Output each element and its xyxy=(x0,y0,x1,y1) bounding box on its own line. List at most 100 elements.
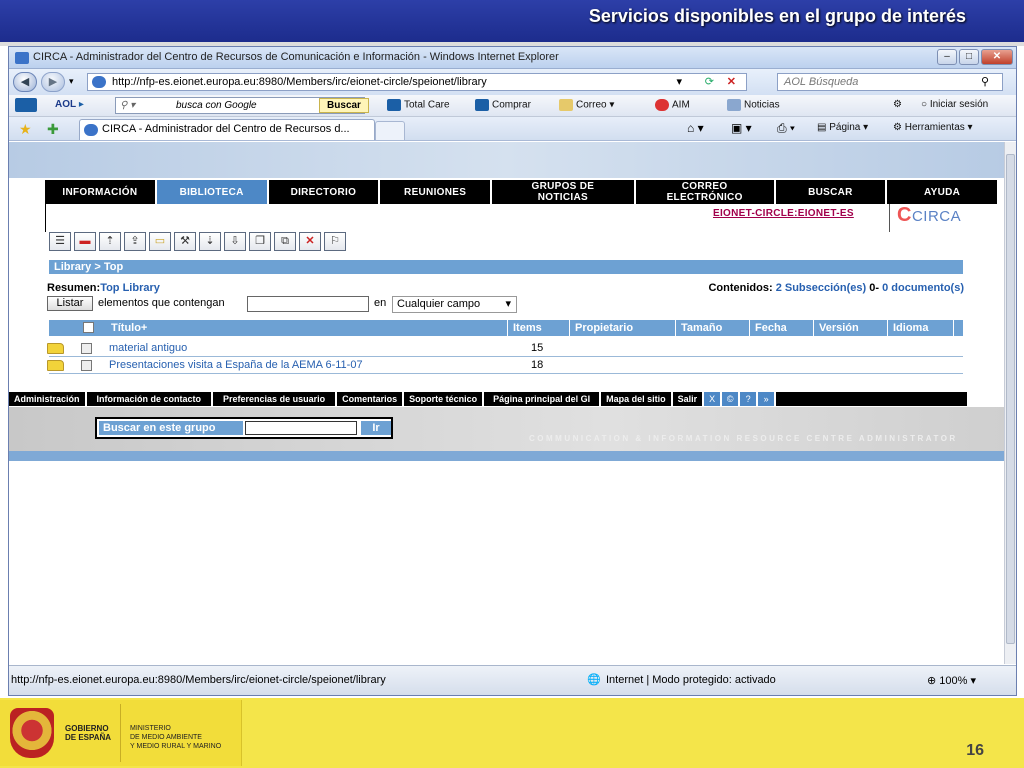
google-buscar-button[interactable]: Buscar xyxy=(319,98,369,113)
aol-button[interactable]: AOL ▸ xyxy=(55,99,84,110)
flag-icon[interactable]: ⚐ xyxy=(324,232,346,251)
close-button[interactable]: ✕ xyxy=(981,49,1013,65)
circa-banner xyxy=(9,142,1006,178)
divider xyxy=(889,204,890,232)
link-soporte[interactable]: Soporte técnico xyxy=(404,392,485,406)
upload-doc-icon[interactable]: ⇪ xyxy=(124,232,146,251)
col-items[interactable]: Items xyxy=(513,322,542,334)
zoom-control[interactable]: ⊕ 100% ▾ xyxy=(927,674,976,687)
nav-ayuda[interactable]: AYUDA xyxy=(887,180,997,204)
search-icon[interactable]: ⚲ xyxy=(981,75,989,88)
windows-icon[interactable]: ❐ xyxy=(249,232,271,251)
forward-button[interactable]: ▶ xyxy=(41,72,65,92)
slide-title: Servicios disponibles en el grupo de int… xyxy=(588,6,966,26)
feeds-icon[interactable]: ▣ ▾ xyxy=(731,121,752,135)
minimize-button[interactable]: – xyxy=(937,49,957,65)
scroll-thumb[interactable] xyxy=(1006,154,1015,644)
ir-button[interactable]: Ir xyxy=(361,421,391,435)
col-fecha[interactable]: Fecha xyxy=(755,322,787,334)
slide-footer: GOBIERNO DE ESPAÑA MINISTERIO DE MEDIO A… xyxy=(0,698,1024,768)
ie-icon xyxy=(15,52,29,64)
url-input[interactable]: http://nfp-es.eionet.europa.eu:8980/Memb… xyxy=(87,73,747,91)
row-checkbox[interactable] xyxy=(81,343,92,354)
search-group-input[interactable] xyxy=(245,421,357,435)
total-care-button[interactable]: Total Care xyxy=(387,99,450,111)
link-comentarios[interactable]: Comentarios xyxy=(337,392,405,406)
group-link[interactable]: EIONET-CIRCLE:EIONET-ES xyxy=(713,208,854,219)
stop-icon[interactable]: ✕ xyxy=(727,74,736,90)
history-dropdown-icon[interactable]: ▾ xyxy=(69,76,74,87)
favorites-star-icon[interactable]: ★ xyxy=(19,121,32,138)
aol-search-input[interactable]: AOL Búsqueda xyxy=(777,73,1003,91)
close-icon[interactable]: X xyxy=(704,392,723,406)
col-propietario[interactable]: Propietario xyxy=(575,322,633,334)
link-pagina-principal[interactable]: Página principal del GI xyxy=(484,392,602,406)
delete-icon[interactable]: ✕ xyxy=(299,232,321,251)
move-icon[interactable]: ⇩ xyxy=(224,232,246,251)
title-bar: CIRCA - Administrador del Centro de Recu… xyxy=(9,47,1016,69)
comprar-button[interactable]: Comprar xyxy=(475,99,531,111)
pagina-menu[interactable]: ▤ Página ▾ xyxy=(817,122,868,133)
list-icon[interactable]: ☰ xyxy=(49,232,71,251)
nav-biblioteca[interactable]: BIBLIOTECA xyxy=(156,180,269,204)
col-tamano[interactable]: Tamaño xyxy=(681,322,722,334)
gear-icon[interactable]: ⚙ xyxy=(893,99,902,110)
new-tab-button[interactable] xyxy=(375,121,405,140)
herramientas-menu[interactable]: ⚙ Herramientas ▾ xyxy=(893,122,973,133)
tools-icon[interactable]: ⚒ xyxy=(174,232,196,251)
filter-input[interactable] xyxy=(247,296,369,312)
refresh-icon[interactable]: ⟳ xyxy=(705,74,714,90)
page-content: INFORMACIÓN BIBLIOTECA DIRECTORIO REUNIO… xyxy=(9,142,1006,664)
copyright-icon[interactable]: © xyxy=(722,392,741,406)
page-number: 16 xyxy=(966,742,984,759)
collapse-icon[interactable]: ▬ xyxy=(74,232,96,251)
row-checkbox[interactable] xyxy=(81,360,92,371)
url-dropdown-icon[interactable]: ▾ xyxy=(676,74,682,90)
correo-button[interactable]: Correo ▾ xyxy=(559,99,614,111)
nav-directorio[interactable]: DIRECTORIO xyxy=(268,180,381,204)
hp-icon[interactable] xyxy=(15,98,40,112)
listar-button[interactable]: Listar xyxy=(47,296,93,311)
documentos-link[interactable]: 0 documento(s) xyxy=(882,282,964,294)
new-folder-icon[interactable]: ▭ xyxy=(149,232,171,251)
link-administracion[interactable]: Administración xyxy=(9,392,87,406)
nav-correo[interactable]: CORREO ELECTRÓNICO xyxy=(635,180,776,204)
col-idioma[interactable]: Idioma xyxy=(893,322,928,334)
aim-icon xyxy=(655,99,669,111)
print-icon[interactable]: ⎙ ▾ xyxy=(777,121,795,136)
link-preferencias[interactable]: Preferencias de usuario xyxy=(213,392,338,406)
select-all-checkbox[interactable] xyxy=(83,322,94,333)
aim-button[interactable]: AIM xyxy=(655,99,690,111)
nav-buscar[interactable]: BUSCAR xyxy=(775,180,888,204)
link-salir[interactable]: Salir xyxy=(673,392,705,406)
nav-grupos-noticias[interactable]: GRUPOS DE NOTICIAS xyxy=(492,180,636,204)
nav-informacion[interactable]: INFORMACIÓN xyxy=(45,180,157,204)
row-title[interactable]: Presentaciones visita a España de la AEM… xyxy=(109,359,363,371)
add-favorites-icon[interactable]: ✚ xyxy=(47,121,59,138)
back-button[interactable]: ◀ xyxy=(13,72,37,92)
tab-circa[interactable]: CIRCA - Administrador del Centro de Recu… xyxy=(79,119,375,140)
row-title[interactable]: material antiguo xyxy=(109,342,187,354)
help-icon[interactable]: ? xyxy=(740,392,759,406)
iniciar-sesion-button[interactable]: ○ Iniciar sesión xyxy=(921,99,988,110)
table-row[interactable]: material antiguo 15 xyxy=(47,340,963,357)
link-mapa[interactable]: Mapa del sitio xyxy=(601,392,673,406)
maximize-button[interactable]: □ xyxy=(959,49,979,65)
subsecciones-link[interactable]: 2 Subsección(es) xyxy=(776,282,866,294)
folder-icon xyxy=(47,360,64,371)
next-icon[interactable]: » xyxy=(758,392,777,406)
upload-icon[interactable]: ⇡ xyxy=(99,232,121,251)
col-titulo[interactable]: Título+ xyxy=(111,322,147,334)
download-icon[interactable]: ⇣ xyxy=(199,232,221,251)
copy-icon[interactable]: ⧉ xyxy=(274,232,296,251)
resumen-link[interactable]: Top Library xyxy=(100,282,160,294)
scrollbar[interactable] xyxy=(1004,142,1016,664)
divider xyxy=(45,204,46,232)
noticias-button[interactable]: Noticias xyxy=(727,99,780,111)
field-select[interactable]: Cualquier campo ▾ xyxy=(392,296,517,313)
link-contacto[interactable]: Información de contacto xyxy=(87,392,214,406)
home-icon[interactable]: ⌂ ▾ xyxy=(687,121,704,135)
nav-reuniones[interactable]: REUNIONES xyxy=(380,180,492,204)
table-row[interactable]: Presentaciones visita a España de la AEM… xyxy=(47,357,963,374)
col-version[interactable]: Versión xyxy=(819,322,859,334)
